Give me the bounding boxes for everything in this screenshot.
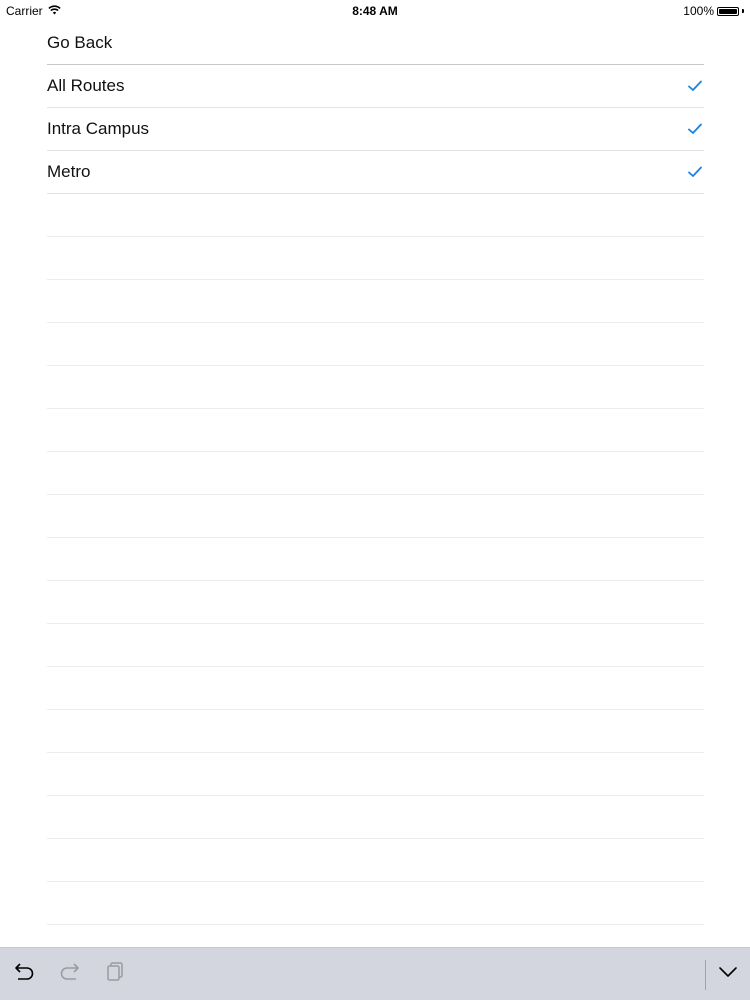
checkmark-icon	[687, 121, 703, 137]
toolbar-divider	[705, 960, 706, 990]
chevron-down-icon	[718, 965, 738, 984]
empty-row	[47, 409, 704, 452]
empty-row	[47, 839, 704, 882]
checkmark-icon	[687, 78, 703, 94]
route-label: All Routes	[47, 76, 125, 95]
empty-row	[47, 882, 704, 925]
status-time: 8:48 AM	[352, 4, 398, 18]
undo-icon	[12, 962, 36, 987]
route-row-intra-campus[interactable]: Intra Campus	[47, 108, 704, 151]
battery-group: 100%	[683, 4, 744, 18]
route-label: Intra Campus	[47, 119, 150, 138]
route-label: Metro	[47, 162, 91, 181]
empty-row	[47, 237, 704, 280]
dismiss-keyboard-button[interactable]	[715, 962, 741, 986]
go-back-row[interactable]: Go Back	[47, 22, 704, 65]
route-list: Go Back All Routes Intra Campus Metro	[47, 22, 704, 925]
screen: Carrier 8:48 AM 100% Go Back All Routes	[0, 0, 750, 1000]
empty-rows	[47, 194, 704, 925]
redo-button[interactable]	[57, 962, 83, 986]
empty-row	[47, 581, 704, 624]
empty-row	[47, 452, 704, 495]
battery-percent: 100%	[683, 4, 714, 18]
route-row-all-routes[interactable]: All Routes	[47, 65, 704, 108]
empty-row	[47, 538, 704, 581]
empty-row	[47, 366, 704, 409]
paste-button[interactable]	[102, 961, 128, 988]
empty-row	[47, 667, 704, 710]
checkmark-icon	[687, 164, 703, 180]
undo-button[interactable]	[11, 962, 37, 986]
empty-row	[47, 796, 704, 839]
empty-row	[47, 194, 704, 237]
empty-row	[47, 710, 704, 753]
empty-row	[47, 753, 704, 796]
redo-icon	[58, 962, 82, 987]
go-back-label: Go Back	[47, 33, 113, 52]
status-bar: Carrier 8:48 AM 100%	[0, 0, 750, 22]
empty-row	[47, 280, 704, 323]
empty-row	[47, 323, 704, 366]
clipboard-icon	[105, 961, 125, 988]
battery-icon	[717, 6, 739, 16]
route-row-metro[interactable]: Metro	[47, 151, 704, 194]
keyboard-toolbar	[0, 947, 750, 1000]
empty-row	[47, 495, 704, 538]
empty-row	[47, 624, 704, 667]
battery-tip	[742, 9, 744, 13]
